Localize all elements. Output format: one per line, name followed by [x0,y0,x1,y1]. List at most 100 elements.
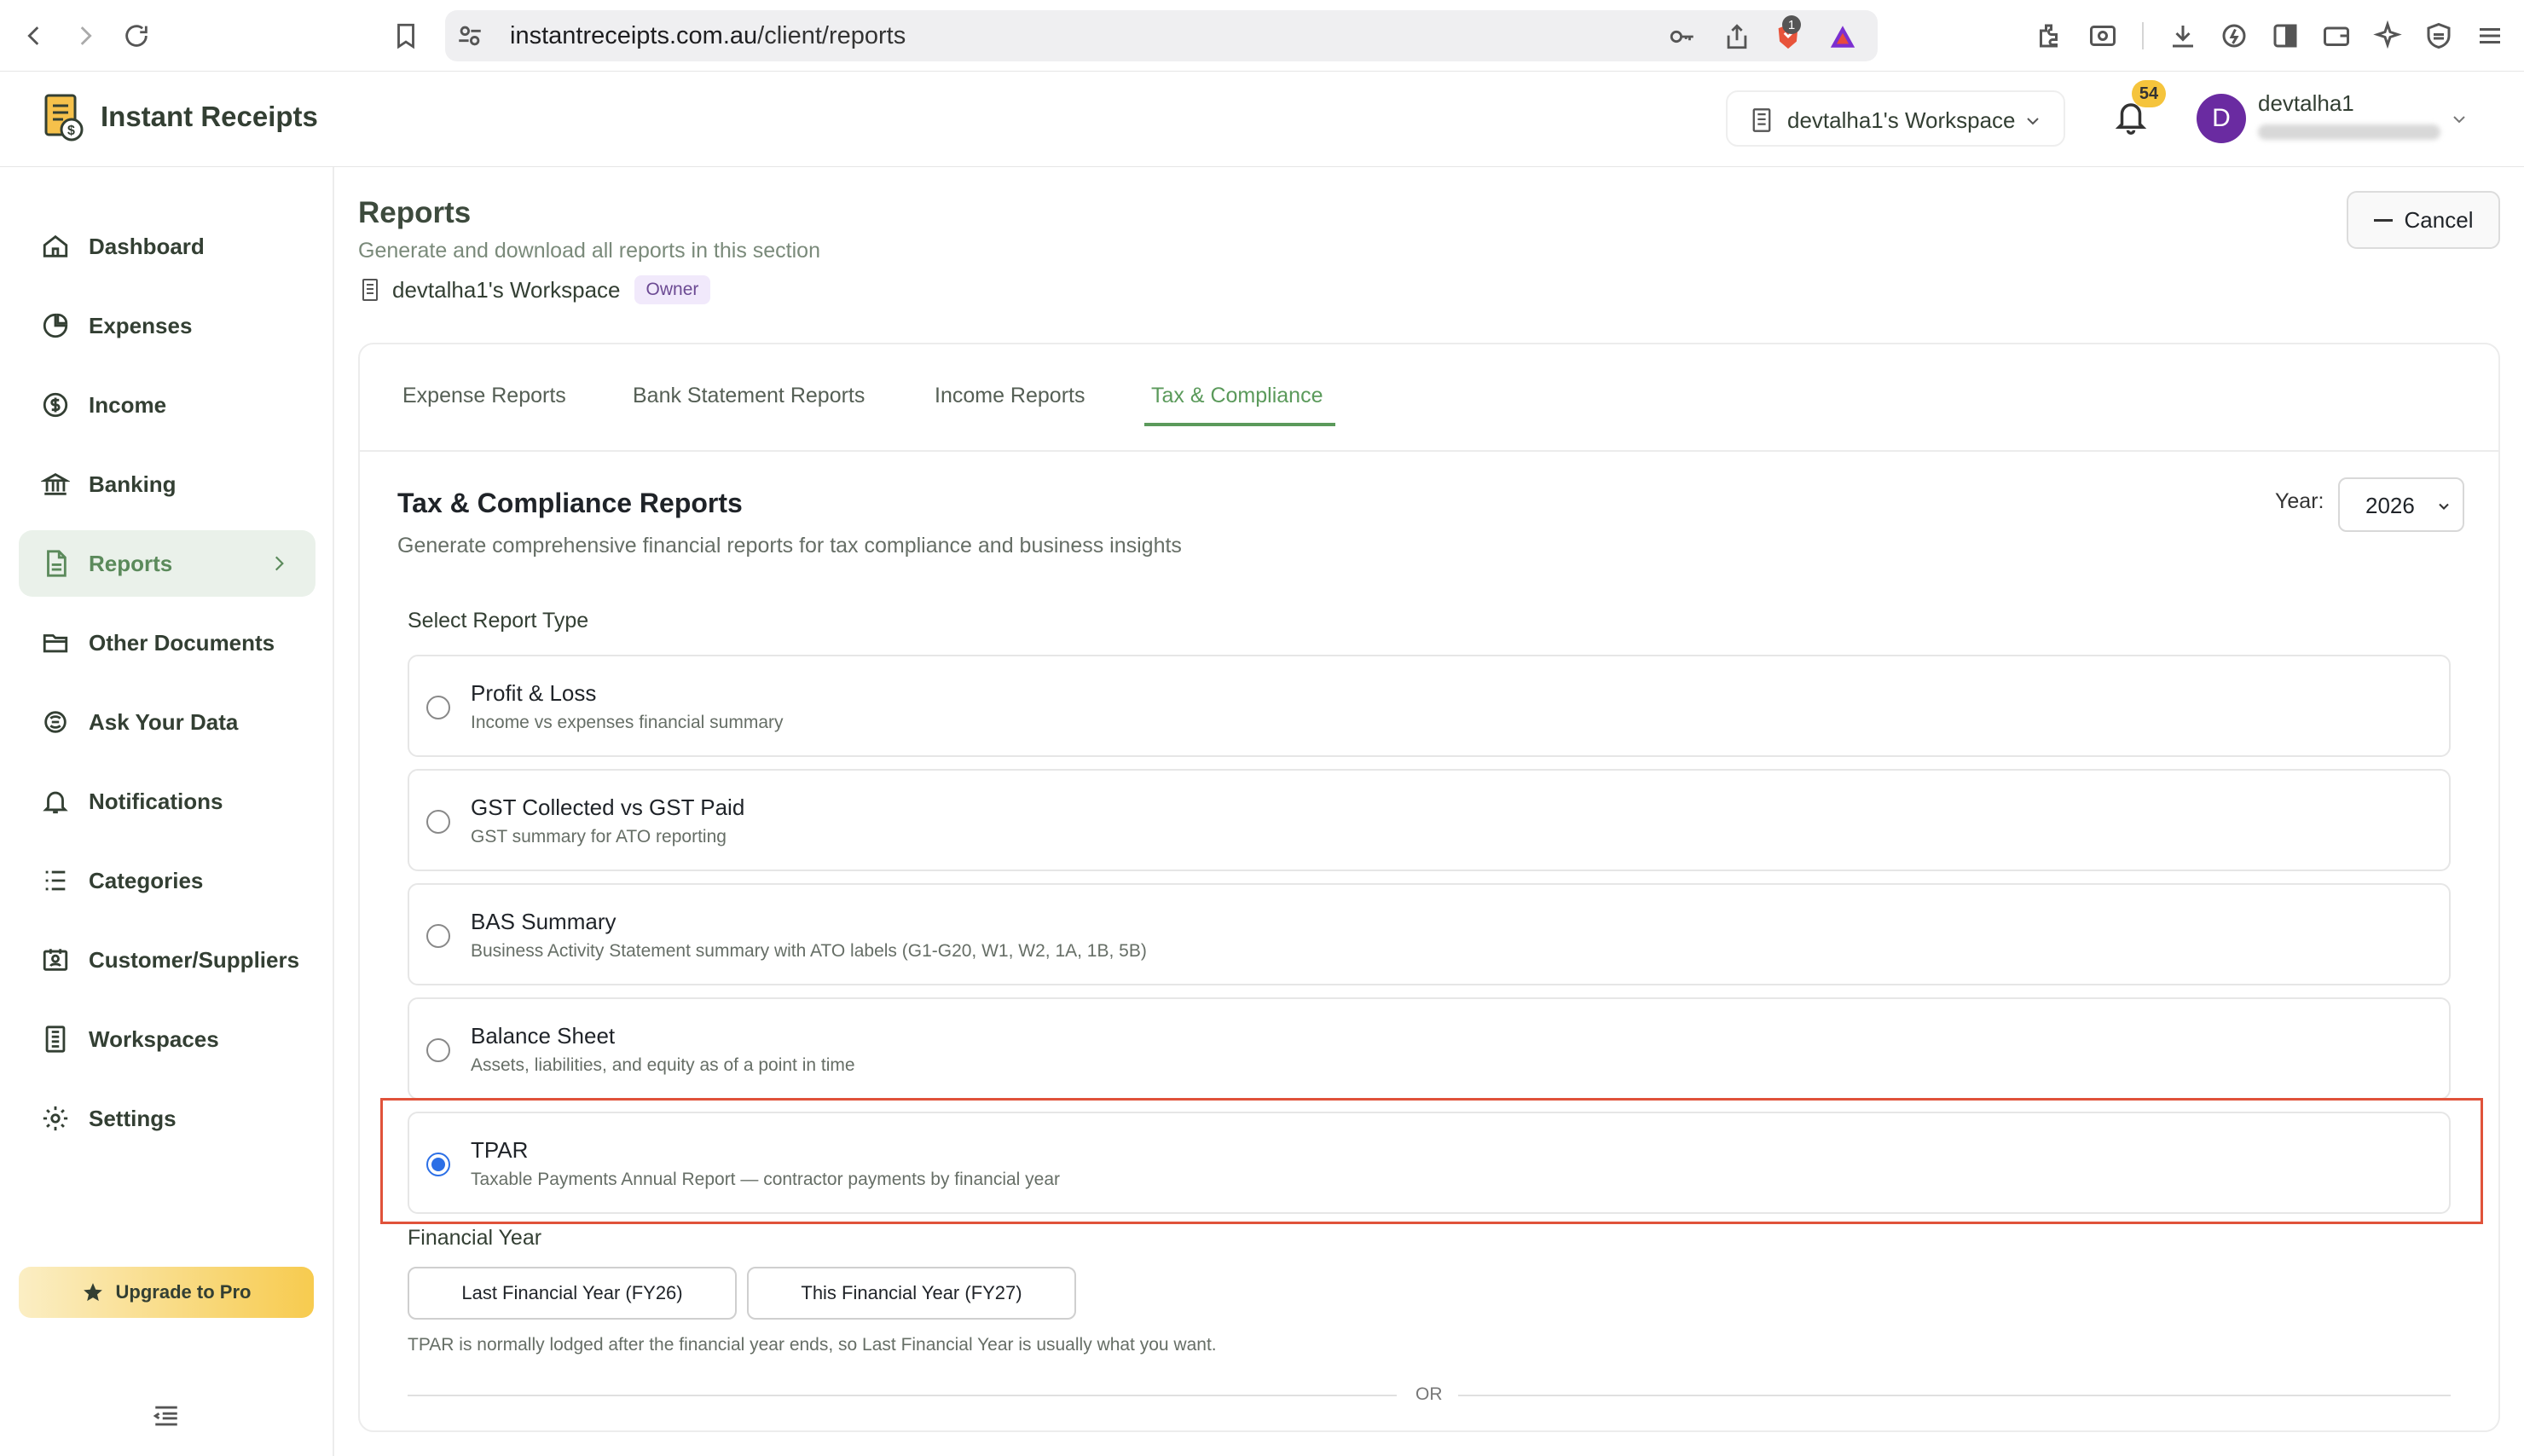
user-menu-chevron-icon[interactable] [2449,109,2469,130]
sidebar-item-label: Customer/Suppliers [89,947,300,973]
report-option-title: GST Collected vs GST Paid [471,794,745,820]
upgrade-to-pro-button[interactable]: Upgrade to Pro [19,1267,314,1318]
page-title: Reports [358,196,472,229]
sidebar-item-label: Other Documents [89,630,275,656]
sidebar-item-other-documents[interactable]: Other Documents [19,610,316,676]
tab-bank-statement-reports[interactable]: Bank Statement Reports [633,384,865,408]
role-badge: Owner [634,275,711,304]
building-icon [45,1026,66,1053]
wallet-icon[interactable] [2319,19,2353,53]
browser-toolbar: instantreceipts.com.au/client/reports 1 [0,0,2524,72]
sidebar-item-workspaces[interactable]: Workspaces [19,1006,316,1072]
sidebar-item-settings[interactable]: Settings [19,1085,316,1152]
or-separator: OR [1415,1384,1443,1404]
menu-icon[interactable] [2473,19,2507,53]
year-value: 2026 [2365,493,2415,518]
this-financial-year-button[interactable]: This Financial Year (FY27) [747,1267,1076,1320]
forward-icon[interactable] [65,15,106,56]
radio-button[interactable] [426,810,450,834]
year-select[interactable]: 2026 [2338,477,2464,532]
sidebar-item-label: Income [89,392,167,418]
sidebar-item-label: Reports [89,551,173,576]
user-name[interactable]: devtalha1 [2258,90,2354,117]
divider-right [1458,1395,2451,1396]
extensions-icon[interactable] [2033,19,2067,53]
user-email-redacted [2258,124,2440,140]
sidebar-item-label: Notifications [89,789,223,814]
chevron-down-icon [2439,503,2449,510]
divider-left [408,1395,1397,1396]
download-icon[interactable] [2166,19,2200,53]
tab-income-reports[interactable]: Income Reports [935,384,1085,408]
sidebar-item-customer-suppliers[interactable]: Customer/Suppliers [19,927,316,993]
current-workspace: devtalha1's Workspace Owner [360,274,711,305]
radio-button[interactable] [426,924,450,948]
home-icon [43,234,68,257]
radio-button[interactable] [426,1038,450,1062]
user-avatar[interactable]: D [2197,94,2246,143]
sidebar-item-label: Banking [89,471,177,497]
sidebar-item-notifications[interactable]: Notifications [19,768,316,835]
bank-icon [41,473,70,495]
report-option-profit-loss[interactable]: Profit & Loss Income vs expenses financi… [408,655,2451,757]
brave-rewards-icon[interactable] [1826,20,1859,53]
sidebar-item-reports[interactable]: Reports [19,530,316,597]
ai-sparkle-icon[interactable] [2371,19,2405,53]
report-option-gst[interactable]: GST Collected vs GST Paid GST summary fo… [408,769,2451,871]
report-option-desc: Income vs expenses financial summary [471,713,784,732]
workspace-switcher[interactable]: devtalha1's Workspace [1726,90,2065,147]
star-icon [83,1283,102,1302]
reader-icon[interactable] [2086,19,2120,53]
sidebar-item-label: Workspaces [89,1026,219,1052]
key-icon[interactable] [1666,20,1699,53]
sidebar-item-label: Settings [89,1106,177,1131]
collapse-sidebar-icon[interactable] [152,1403,181,1429]
radio-button[interactable] [426,696,450,719]
cancel-button[interactable]: Cancel [2347,191,2500,249]
shield-count-badge: 1 [1782,15,1801,34]
site-settings-icon[interactable] [455,21,484,50]
report-option-title: Balance Sheet [471,1023,616,1049]
brand-name[interactable]: Instant Receipts [101,101,318,133]
list-icon [45,870,66,891]
sidebar-item-dashboard[interactable]: Dashboard [19,213,316,280]
page-subtitle: Generate and download all reports in thi… [358,239,820,263]
share-icon[interactable] [1721,20,1753,53]
last-financial-year-button[interactable]: Last Financial Year (FY26) [408,1267,737,1320]
financial-year-label: Financial Year [408,1226,542,1250]
pie-chart-icon [43,313,68,338]
bookmark-icon[interactable] [385,15,426,56]
sidebar-item-expenses[interactable]: Expenses [19,292,316,359]
financial-year-note: TPAR is normally lodged after the financ… [408,1335,1217,1355]
section-subtitle: Generate comprehensive financial reports… [397,534,1182,558]
sidebar-item-categories[interactable]: Categories [19,847,316,914]
tab-expense-reports[interactable]: Expense Reports [402,384,566,408]
sidebar-item-label: Dashboard [89,234,205,259]
app-logo-icon[interactable]: $ [38,90,87,143]
dollar-circle-icon [43,392,68,418]
cancel-label: Cancel [2404,206,2474,233]
url-text[interactable]: instantreceipts.com.au/client/reports [510,22,906,50]
back-icon[interactable] [14,15,55,56]
sidebar-item-banking[interactable]: Banking [19,451,316,517]
chevron-down-icon [2027,118,2039,125]
report-option-title: Profit & Loss [471,680,597,706]
report-option-bas-summary[interactable]: BAS Summary Business Activity Statement … [408,883,2451,985]
building-icon [362,279,378,301]
leo-icon[interactable] [2217,19,2251,53]
report-tabs: Expense Reports Bank Statement Reports I… [360,344,2498,452]
vpn-icon[interactable] [2422,19,2456,53]
reload-icon[interactable] [116,15,157,56]
sidebar-item-ask-your-data[interactable]: Ask Your Data [19,689,316,755]
gear-icon [43,1106,68,1131]
sidebar: Dashboard Expenses Income Banking Report… [0,167,334,1456]
tab-tax-compliance[interactable]: Tax & Compliance [1151,384,1323,408]
building-icon [1752,108,1771,132]
report-option-balance-sheet[interactable]: Balance Sheet Assets, liabilities, and e… [408,997,2451,1100]
section-title: Tax & Compliance Reports [397,488,743,518]
address-bar[interactable]: instantreceipts.com.au/client/reports [445,10,1878,61]
chevron-right-icon [275,556,284,571]
sidebar-toggle-icon[interactable] [2268,19,2302,53]
sidebar-item-income[interactable]: Income [19,372,316,438]
report-option-title: BAS Summary [471,909,617,934]
